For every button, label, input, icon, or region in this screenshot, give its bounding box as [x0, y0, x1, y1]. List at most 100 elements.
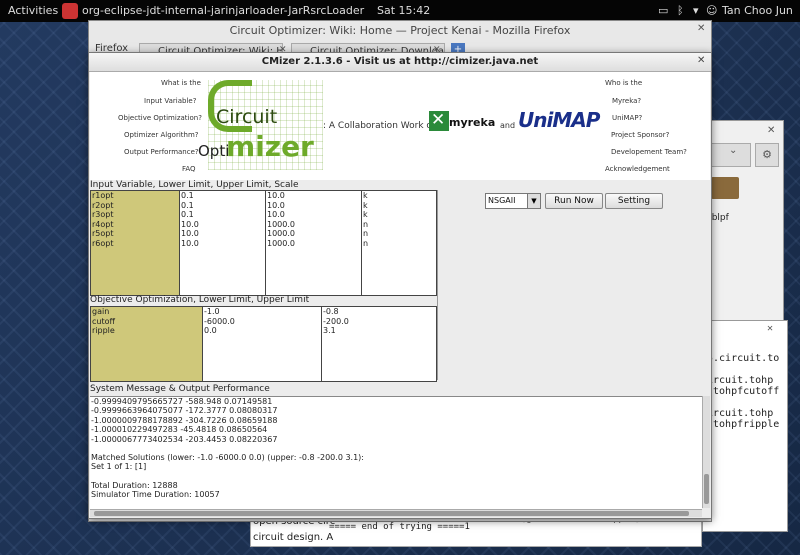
link-input-variable[interactable]: Input Variable?	[144, 97, 196, 105]
user-icon[interactable]: ☺	[706, 4, 717, 17]
list-item[interactable]: 3.1	[322, 326, 436, 336]
app-menu[interactable]: org-eclipse-jdt-internal-jarinjarloader-…	[82, 4, 364, 17]
gear-icon[interactable]: ⚙	[755, 143, 779, 167]
input-names-list[interactable]: r1opt r2opt r3opt r4opt r5opt r6opt	[90, 190, 181, 296]
list-item[interactable]: 0.1	[180, 201, 265, 211]
output-line: Matched Solutions (lower: -1.0 -6000.0 0…	[91, 453, 364, 463]
scrollbar-thumb[interactable]	[704, 474, 709, 504]
list-item[interactable]: 10.0	[266, 201, 362, 211]
list-item[interactable]: ripple	[91, 326, 203, 336]
list-item[interactable]: cutoff	[91, 317, 203, 327]
list-item[interactable]: r3opt	[91, 210, 180, 220]
objective-upper-list[interactable]: -0.8 -200.0 3.1	[321, 306, 437, 382]
link-faq[interactable]: FAQ	[182, 165, 196, 173]
list-item[interactable]: 1000.0	[266, 229, 362, 239]
list-item[interactable]: -6000.0	[203, 317, 322, 327]
scrollbar-thumb[interactable]	[94, 511, 689, 516]
close-icon[interactable]: ✕	[767, 323, 773, 334]
clock[interactable]: Sat 15:42	[377, 4, 430, 17]
list-item[interactable]: r2opt	[91, 201, 180, 211]
list-item[interactable]: 10.0	[180, 220, 265, 230]
terminal-line: ircuit.tohp	[707, 408, 774, 419]
output-line: Total Duration: 12888	[91, 480, 178, 490]
setting-button[interactable]: Setting	[605, 193, 663, 209]
output-line: -1.0000009788178892 -304.7226 0.08659188	[91, 415, 278, 425]
list-item[interactable]: -1.0	[203, 307, 322, 317]
network-icon[interactable]: ▾	[693, 4, 699, 17]
list-item[interactable]: -200.0	[322, 317, 436, 327]
list-item[interactable]: k	[362, 191, 436, 201]
activities-button[interactable]: Activities	[8, 4, 58, 17]
output-line: Set 1 of 1: [1]	[91, 462, 147, 472]
link-optimizer-algorithm[interactable]: Optimizer Algorithm?	[124, 131, 199, 139]
user-menu[interactable]: Tan Choo Jun	[722, 4, 793, 17]
objective-names-list[interactable]: gain cutoff ripple	[90, 306, 204, 382]
list-item[interactable]: r4opt	[91, 220, 180, 230]
list-item[interactable]: 10.0	[266, 191, 362, 201]
firefox-title: Circuit Optimizer: Wiki: Home — Project …	[229, 24, 571, 37]
list-item[interactable]: 10.0	[180, 239, 265, 249]
close-icon[interactable]: ✕	[697, 23, 705, 34]
input-scale-list[interactable]: k k k n n n	[361, 190, 437, 296]
list-item[interactable]: r5opt	[91, 229, 180, 239]
circuit-optimizer-logo[interactable]: Circuit Opti mizer	[198, 80, 323, 170]
vertical-scrollbar[interactable]	[702, 396, 710, 508]
code-line: ===== end of trying =====1	[329, 522, 470, 532]
output-line: -1.000010229497283 -45.4818 0.08650564	[91, 425, 268, 435]
input-lower-list[interactable]: 0.1 0.1 0.1 10.0 10.0 10.0	[179, 190, 266, 296]
terminal-line: .tohpfripple	[707, 419, 780, 430]
folder-icon[interactable]	[711, 177, 739, 199]
system-message-area[interactable]: -0.9999409795665727 -588.948 0.07149581 …	[90, 396, 702, 509]
unimap-logo[interactable]: UniMAP	[518, 108, 600, 132]
list-item[interactable]: -0.8	[322, 307, 436, 317]
bluetooth-icon[interactable]: ᛒ	[677, 4, 684, 17]
list-item[interactable]: 10.0	[266, 210, 362, 220]
close-icon[interactable]: ✕	[697, 55, 705, 66]
chevron-down-icon[interactable]: ⌄	[729, 145, 737, 156]
run-now-button[interactable]: Run Now	[545, 193, 603, 209]
cmizer-window: CMizer 2.1.3.6 - Visit us at http://cimi…	[88, 52, 712, 519]
link-what-is[interactable]: What is the	[161, 79, 201, 87]
monitor-icon[interactable]: ▭	[658, 4, 668, 17]
chevron-down-icon[interactable]: ▼	[527, 193, 541, 209]
terminal-line: 5.circuit.to	[707, 353, 780, 364]
list-item[interactable]: r1opt	[91, 191, 180, 201]
list-item[interactable]: 10.0	[180, 229, 265, 239]
logo-opti-text: Opti	[198, 142, 230, 160]
output-line: -0.9999409795665727 -588.948 0.07149581	[91, 397, 273, 406]
list-item[interactable]: k	[362, 210, 436, 220]
list-item[interactable]: n	[362, 229, 436, 239]
output-heading: System Message & Output Performance	[90, 384, 270, 394]
myreka-logo-text[interactable]: myreka	[449, 116, 495, 129]
close-icon[interactable]: ✕	[767, 125, 775, 136]
link-development-team[interactable]: Developement Team?	[611, 148, 687, 156]
link-objective-optimization[interactable]: Objective Optimization?	[118, 114, 202, 122]
link-acknowledgement[interactable]: Acknowledgement	[605, 165, 670, 173]
collaboration-text: : A Collaboration Work of	[323, 121, 436, 131]
list-item[interactable]: 0.1	[180, 191, 265, 201]
list-item[interactable]: k	[362, 201, 436, 211]
link-project-sponsor[interactable]: Project Sponsor?	[611, 131, 669, 139]
horizontal-scrollbar[interactable]	[90, 509, 702, 517]
list-item[interactable]: 1000.0	[266, 220, 362, 230]
terminal-line: ircuit.tohp	[707, 375, 774, 386]
list-item[interactable]: n	[362, 220, 436, 230]
list-item[interactable]: 0.0	[203, 326, 322, 336]
list-item[interactable]: gain	[91, 307, 203, 317]
output-line: -0.9999663964075077 -172.3777 0.08080317	[91, 406, 278, 416]
link-who-is[interactable]: Who is the	[605, 79, 642, 87]
list-item[interactable]: r6opt	[91, 239, 180, 249]
link-output-performance[interactable]: Output Performance?	[124, 148, 199, 156]
list-item[interactable]: n	[362, 239, 436, 249]
list-item[interactable]: 1000.0	[266, 239, 362, 249]
algorithm-select[interactable]: NSGAII	[485, 193, 531, 209]
objective-lower-list[interactable]: -1.0 -6000.0 0.0	[202, 306, 323, 382]
and-text: and	[500, 121, 516, 130]
app-icon	[62, 3, 78, 19]
input-upper-list[interactable]: 10.0 10.0 10.0 1000.0 1000.0 1000.0	[265, 190, 363, 296]
link-unimap[interactable]: UniMAP?	[612, 114, 642, 122]
link-myreka[interactable]: Myreka?	[612, 97, 641, 105]
list-item[interactable]: 0.1	[180, 210, 265, 220]
